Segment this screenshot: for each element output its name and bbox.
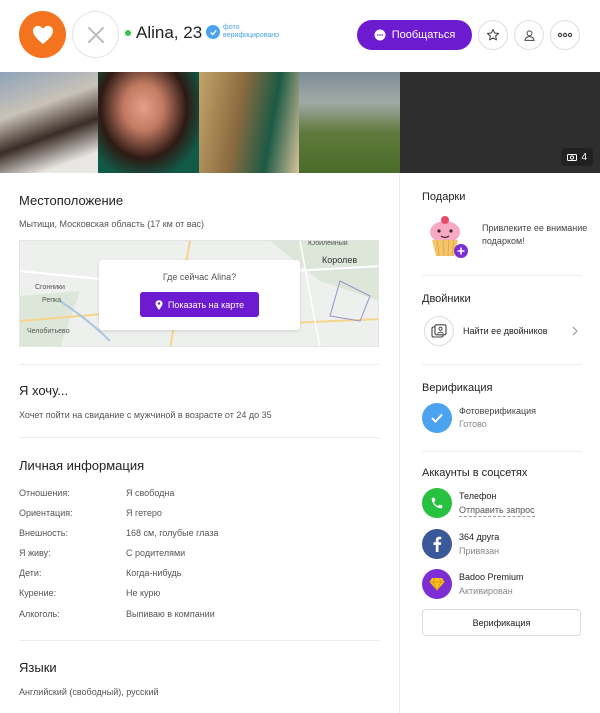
dislike-button[interactable]: [72, 11, 119, 58]
personal-info-title: Личная информация: [19, 458, 145, 473]
online-indicator: [125, 30, 131, 36]
info-row-appearance: Внешность: 168 см, голубые глаза: [19, 528, 379, 542]
map-label-yubileyny: Юбилейный: [308, 240, 348, 247]
photo-count-value: 4: [581, 151, 587, 163]
profile-header: Alina, 23 фото верифицировано Пообщаться: [0, 0, 600, 72]
photo-verification-status: Готово: [459, 419, 487, 429]
chevron-right-icon: [572, 326, 578, 336]
photo-counter: 4: [561, 148, 593, 166]
map-label-korolev: Королев: [322, 255, 358, 265]
info-label: Дети:: [19, 568, 42, 578]
info-label: Отношения:: [19, 488, 70, 498]
info-value: Когда-нибудь: [126, 568, 182, 578]
want-text: Хочет пойти на свидание с мужчиной в воз…: [19, 410, 272, 420]
divider: [422, 275, 582, 276]
divider: [19, 364, 379, 365]
like-button[interactable]: [19, 11, 66, 58]
show-on-map-label: Показать на карте: [167, 299, 245, 310]
premium-status: Активирован: [459, 586, 513, 596]
map-label-sgonniki: Сгонники: [35, 284, 65, 291]
info-value: Я гетеро: [126, 508, 162, 518]
photo-verified-icon: [422, 403, 452, 433]
want-title: Я хочу...: [19, 383, 69, 398]
find-twins-label: Найти ее двойников: [463, 326, 548, 336]
social-accounts-title: Аккаунты в соцсетях: [422, 467, 528, 479]
facebook-status: Привязан: [459, 546, 500, 556]
star-icon: [486, 28, 500, 41]
chat-button[interactable]: Пообщаться: [357, 20, 472, 50]
divider: [422, 364, 582, 365]
verified-check-icon: [206, 25, 220, 39]
heart-icon: [32, 25, 53, 44]
map-label-chelobitevo: Челобитьево: [27, 328, 70, 335]
photo-3[interactable]: [199, 72, 299, 173]
more-options-button[interactable]: [550, 20, 580, 50]
divider: [422, 451, 582, 452]
info-row-living: Я живу: С родителями: [19, 548, 379, 562]
gifts-title: Подарки: [422, 191, 466, 203]
verification-title: Верификация: [422, 382, 493, 394]
user-icon: [523, 29, 535, 41]
facebook-friends: 364 друга: [459, 532, 500, 542]
profile-sidebar: Подарки Привлеките ее внимание подарком!…: [401, 173, 600, 713]
photo-2[interactable]: [98, 72, 199, 173]
premium-diamond-icon: [422, 569, 452, 599]
languages-text: Английский (свободный), русский: [19, 687, 159, 697]
twins-icon: [424, 316, 454, 346]
info-label: Алкоголь:: [19, 609, 60, 619]
map-label-repka: Репка: [42, 297, 62, 304]
profile-main: Местоположение Мытищи, Московская област…: [0, 173, 400, 713]
chat-bubble-icon: [374, 29, 386, 41]
verified-label: фото верифицировано: [223, 24, 280, 39]
map-question: Где сейчас Alina?: [162, 272, 237, 282]
location-pin-icon: [155, 299, 163, 310]
gifts-text: Привлеките ее внимание подарком!: [482, 223, 588, 246]
chat-button-label: Пообщаться: [391, 29, 456, 41]
photo-1[interactable]: [0, 72, 98, 173]
gift-cupcake-icon[interactable]: [425, 214, 469, 260]
info-row-relationship: Отношения: Я свободна: [19, 488, 379, 502]
info-row-alcohol: Алкоголь: Выпиваю в компании: [19, 609, 379, 623]
close-icon: [87, 26, 104, 43]
divider: [19, 640, 379, 641]
favorite-button[interactable]: [478, 20, 508, 50]
info-value: Выпиваю в компании: [126, 609, 215, 619]
info-value: С родителями: [126, 548, 186, 558]
info-row-orientation: Ориентация: Я гетеро: [19, 508, 379, 522]
map-overlay-card: Где сейчас Alina? Показать на карте: [99, 260, 300, 330]
divider: [19, 437, 379, 438]
info-value: 168 см, голубые глаза: [126, 528, 219, 538]
info-label: Внешность:: [19, 528, 68, 538]
location-map[interactable]: Юбилейный Королев Сгонники Репка Челобит…: [19, 240, 379, 347]
verification-button[interactable]: Верификация: [422, 609, 581, 636]
find-twins-link[interactable]: Найти ее двойников: [422, 315, 582, 347]
premium-label: Badoo Premium: [459, 572, 524, 582]
photo-4[interactable]: [299, 72, 400, 173]
info-row-children: Дети: Когда-нибудь: [19, 568, 379, 582]
twins-title: Двойники: [422, 293, 471, 305]
location-text: Мытищи, Московская область (17 км от вас…: [19, 219, 204, 229]
languages-title: Языки: [19, 660, 57, 675]
profile-name: Alina, 23: [136, 23, 203, 42]
info-value: Я свободна: [126, 488, 175, 498]
photo-gallery[interactable]: 4: [0, 72, 600, 173]
info-row-smoking: Курение: Не курю: [19, 588, 379, 602]
more-icon: [557, 32, 573, 38]
info-label: Курение:: [19, 588, 57, 598]
photo-verification-label: Фотоверификация: [459, 406, 537, 416]
phone-icon: [422, 488, 452, 518]
facebook-icon: [422, 529, 452, 559]
camera-icon: [567, 154, 578, 161]
info-label: Я живу:: [19, 548, 51, 558]
info-label: Ориентация:: [19, 508, 73, 518]
profile-button[interactable]: [514, 20, 544, 50]
location-title: Местоположение: [19, 193, 124, 208]
info-value: Не курю: [126, 588, 161, 598]
show-on-map-button[interactable]: Показать на карте: [140, 292, 259, 317]
send-request-link[interactable]: Отправить запрос: [459, 505, 535, 517]
phone-label: Телефон: [459, 491, 497, 501]
